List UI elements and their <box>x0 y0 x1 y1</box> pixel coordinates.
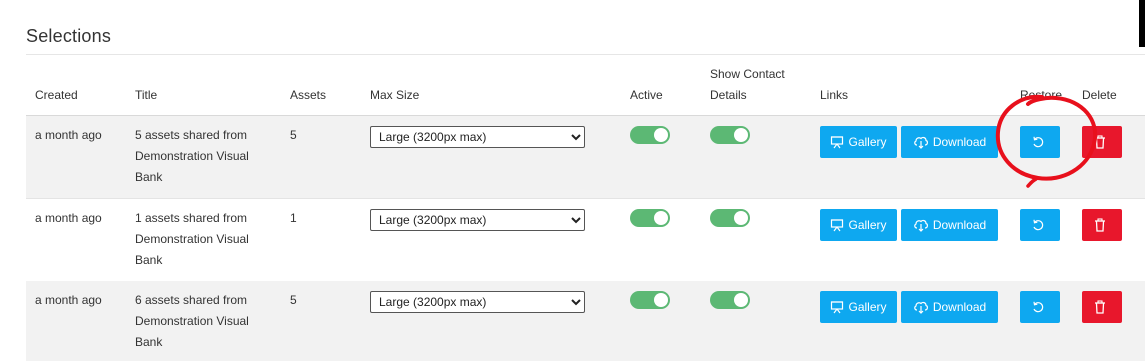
cloud-download-icon <box>913 136 928 149</box>
column-created: Created <box>35 88 78 102</box>
restore-icon <box>1033 301 1044 313</box>
show-contact-toggle[interactable] <box>710 291 750 309</box>
toggle-knob <box>654 211 668 225</box>
created-cell: a month ago <box>35 128 102 142</box>
column-restore: Restore <box>1020 88 1063 102</box>
toggle-knob <box>734 293 748 307</box>
active-toggle[interactable] <box>630 209 670 227</box>
selections-page: Selections Created Title Assets Max Size… <box>0 0 1145 361</box>
table-row: a month ago 1 assets shared from Demonstra… <box>26 199 1145 282</box>
title-line: Demonstration Visual <box>135 149 249 163</box>
column-active: Active <box>630 88 663 102</box>
column-title: Title <box>135 88 158 102</box>
gallery-button[interactable]: Gallery <box>820 209 897 241</box>
trash-icon <box>1095 218 1105 232</box>
download-button-label: Download <box>932 218 987 232</box>
show-contact-toggle[interactable] <box>710 209 750 227</box>
column-max-size: Max Size <box>370 88 420 102</box>
restore-button[interactable] <box>1020 209 1060 241</box>
cloud-download-icon <box>913 301 928 314</box>
table-row: a month ago 6 assets shared from Demonstra… <box>26 281 1145 361</box>
assets-cell: 5 <box>290 128 297 142</box>
title-line: 5 assets shared from <box>135 128 248 142</box>
download-button[interactable]: Download <box>901 291 998 323</box>
title-cell: 1 assets shared from Demonstration Visual… <box>135 208 275 271</box>
delete-button[interactable] <box>1082 126 1122 158</box>
toggle-knob <box>734 128 748 142</box>
created-cell: a month ago <box>35 293 102 307</box>
presentation-icon <box>831 301 844 314</box>
active-toggle[interactable] <box>630 126 670 144</box>
cloud-download-icon <box>913 219 928 232</box>
window-edge <box>1139 0 1145 47</box>
restore-icon <box>1033 219 1044 231</box>
column-show-contact-line1: Show Contact <box>710 67 785 81</box>
column-assets: Assets <box>290 88 327 102</box>
max-size-select[interactable]: Large (3200px max) <box>370 126 585 148</box>
title-cell: 6 assets shared from Demonstration Visual… <box>135 290 275 353</box>
gallery-button-label: Gallery <box>848 218 887 232</box>
created-cell: a month ago <box>35 211 102 225</box>
title-line: Demonstration Visual <box>135 232 249 246</box>
assets-cell: 1 <box>290 211 297 225</box>
gallery-button[interactable]: Gallery <box>820 126 897 158</box>
restore-button[interactable] <box>1020 291 1060 323</box>
column-show-contact-line2: Details <box>710 88 747 102</box>
delete-button[interactable] <box>1082 291 1122 323</box>
title-line: Bank <box>135 253 163 267</box>
trash-icon <box>1095 300 1105 314</box>
delete-button[interactable] <box>1082 209 1122 241</box>
gallery-button-label: Gallery <box>848 135 887 149</box>
gallery-button[interactable]: Gallery <box>820 291 897 323</box>
restore-button[interactable] <box>1020 126 1060 158</box>
title-line: 1 assets shared from <box>135 211 248 225</box>
title-line: Bank <box>135 170 163 184</box>
download-button-label: Download <box>932 135 987 149</box>
column-show-contact: Show Contact Details <box>710 64 785 106</box>
download-button[interactable]: Download <box>901 209 998 241</box>
presentation-icon <box>831 136 844 149</box>
title-line: Bank <box>135 335 163 349</box>
toggle-knob <box>734 211 748 225</box>
title-line: 6 assets shared from <box>135 293 248 307</box>
max-size-select[interactable]: Large (3200px max) <box>370 291 585 313</box>
max-size-select[interactable]: Large (3200px max) <box>370 209 585 231</box>
table-header: Created Title Assets Max Size Active Sho… <box>26 55 1145 116</box>
show-contact-toggle[interactable] <box>710 126 750 144</box>
toggle-knob <box>654 128 668 142</box>
selections-table: Created Title Assets Max Size Active Sho… <box>26 54 1145 361</box>
column-delete: Delete <box>1082 88 1117 102</box>
restore-icon <box>1033 136 1044 148</box>
toggle-knob <box>654 293 668 307</box>
table-row: a month ago 5 assets shared from Demonstra… <box>26 116 1145 199</box>
section-title: Selections <box>26 26 112 46</box>
column-links: Links <box>820 88 849 102</box>
presentation-icon <box>831 219 844 232</box>
gallery-button-label: Gallery <box>848 300 887 314</box>
active-toggle[interactable] <box>630 291 670 309</box>
trash-icon <box>1095 135 1105 149</box>
title-line: Demonstration Visual <box>135 314 249 328</box>
assets-cell: 5 <box>290 293 297 307</box>
download-button-label: Download <box>932 300 987 314</box>
title-cell: 5 assets shared from Demonstration Visual… <box>135 125 275 188</box>
download-button[interactable]: Download <box>901 126 998 158</box>
